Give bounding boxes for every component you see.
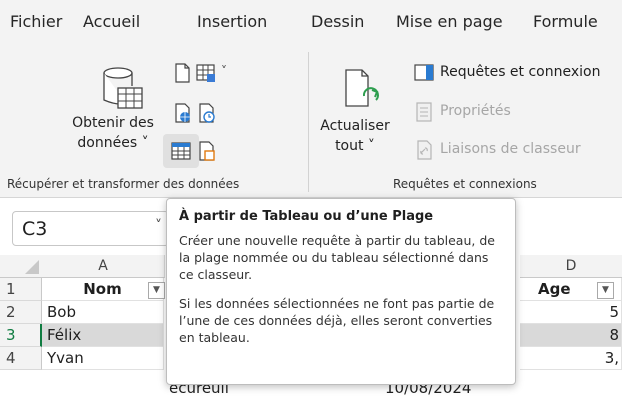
from-table-range-icon[interactable] bbox=[170, 140, 192, 162]
workbook-links-button: Liaisons de classeur bbox=[440, 141, 581, 157]
select-all-triangle-icon bbox=[25, 260, 39, 274]
name-box[interactable]: C3 ˅ bbox=[12, 211, 169, 246]
column-header-d[interactable]: D bbox=[520, 255, 622, 278]
queries-connections-button[interactable]: Requêtes et connexion bbox=[440, 64, 600, 80]
existing-connections-icon[interactable] bbox=[195, 140, 217, 162]
cell-a3[interactable]: Félix bbox=[42, 324, 164, 347]
workbook-links-icon bbox=[417, 140, 432, 160]
cell-a2[interactable]: Bob bbox=[42, 301, 164, 324]
filter-dropdown-icon[interactable]: ▼ bbox=[148, 282, 165, 299]
refresh-icon bbox=[345, 69, 379, 107]
cell-a1[interactable]: Nom bbox=[42, 278, 164, 301]
tab-mise-en-page[interactable]: Mise en page bbox=[396, 12, 503, 31]
refresh-all-label-2: tout ˅ bbox=[335, 138, 375, 154]
row-header-4[interactable]: 4 bbox=[0, 347, 42, 370]
row-header-3[interactable]: 3 bbox=[0, 324, 42, 347]
tab-formule[interactable]: Formule bbox=[533, 12, 598, 31]
recent-sources-icon[interactable] bbox=[195, 102, 217, 124]
name-box-value: C3 bbox=[22, 218, 48, 240]
tab-insertion[interactable]: Insertion bbox=[197, 12, 267, 31]
cell-d4[interactable]: 3, bbox=[520, 347, 622, 370]
tab-dessin[interactable]: Dessin bbox=[311, 12, 364, 31]
name-box-dropdown-icon[interactable]: ˅ bbox=[155, 218, 162, 234]
tooltip-note: Si les données sélectionnées ne font pas… bbox=[179, 296, 495, 345]
database-table-icon bbox=[103, 67, 143, 109]
get-data-button[interactable]: Obtenir des données ˅ bbox=[62, 58, 164, 166]
filter-dropdown-icon[interactable]: ▼ bbox=[597, 282, 614, 299]
tab-accueil[interactable]: Accueil bbox=[83, 12, 140, 31]
tooltip-title: À partir de Tableau ou d’une Plage bbox=[179, 209, 434, 224]
get-data-label-2: données ˅ bbox=[77, 135, 149, 151]
tooltip-description: Créer une nouvelle requête à partir du t… bbox=[179, 233, 495, 282]
queries-connections-icon[interactable] bbox=[413, 62, 435, 84]
refresh-all-button[interactable]: Actualiser tout ˅ bbox=[316, 58, 394, 166]
group-label-queries: Requêtes et connexions bbox=[393, 177, 537, 191]
tab-fichier[interactable]: Fichier bbox=[10, 12, 62, 31]
row-header-2[interactable]: 2 bbox=[0, 301, 42, 324]
from-text-csv-icon[interactable] bbox=[171, 62, 193, 84]
group-label-get-transform: Récupérer et transformer des données bbox=[7, 177, 240, 191]
get-data-label-1: Obtenir des bbox=[72, 115, 154, 131]
from-web-icon[interactable] bbox=[171, 102, 193, 124]
row-header-1[interactable]: 1 bbox=[0, 278, 42, 301]
from-web-table-icon[interactable] bbox=[195, 62, 217, 84]
refresh-all-label-1: Actualiser bbox=[320, 118, 390, 134]
cell-d3[interactable]: 8 bbox=[520, 324, 622, 347]
cell-a4[interactable]: Yvan bbox=[42, 347, 164, 370]
properties-icon bbox=[416, 102, 432, 122]
from-table-range-tooltip: À partir de Tableau ou d’une Plage Créer… bbox=[166, 198, 516, 385]
ribbon-separator bbox=[308, 52, 309, 192]
ribbon-tab-bar: Fichier Accueil Insertion Dessin Mise en… bbox=[0, 0, 622, 42]
properties-button: Propriétés bbox=[440, 103, 511, 119]
chevron-down-icon[interactable]: ˅ bbox=[221, 64, 227, 78]
select-all-corner[interactable] bbox=[0, 255, 43, 278]
column-header-a[interactable]: A bbox=[42, 255, 165, 278]
cell-d2[interactable]: 5 bbox=[520, 301, 622, 324]
